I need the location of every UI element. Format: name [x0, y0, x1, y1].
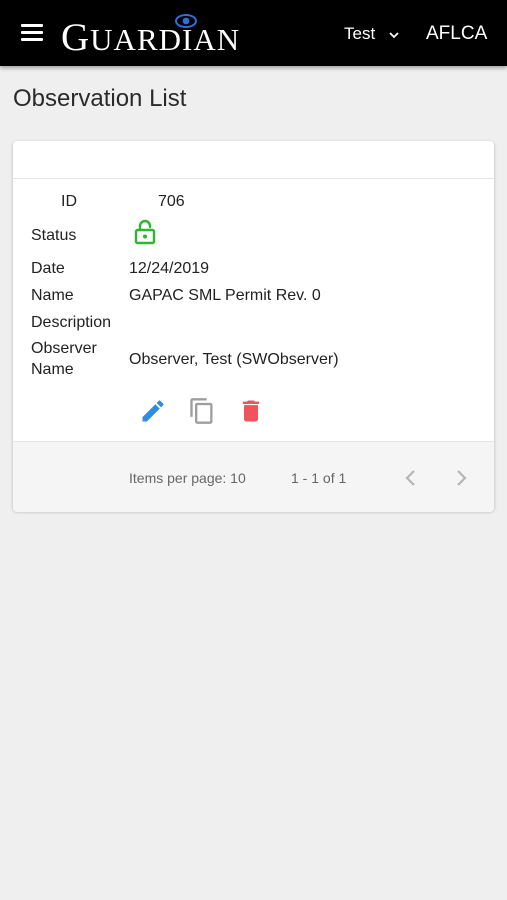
- chevron-down-icon: [389, 31, 399, 38]
- card-header: [13, 141, 494, 179]
- items-per-page[interactable]: Items per page: 10: [129, 470, 246, 486]
- page-range: 1 - 1 of 1: [291, 470, 347, 486]
- observer-value: Observer, Test (SWObserver): [129, 351, 339, 368]
- user-dropdown[interactable]: Test: [344, 22, 400, 46]
- copy-icon[interactable]: [188, 397, 216, 425]
- date-value: 12/24/2019: [129, 260, 210, 277]
- description-label: Description: [31, 314, 112, 331]
- eye-logo-icon: [175, 14, 197, 28]
- observer-label-line2: Name: [31, 361, 74, 378]
- page-title: Observation List: [13, 85, 187, 112]
- paginator: Items per page: 10 1 - 1 of 1: [13, 441, 494, 512]
- trash-icon[interactable]: [237, 397, 265, 425]
- hamburger-menu-icon[interactable]: [19, 22, 45, 44]
- chevron-left-icon[interactable]: [399, 466, 423, 490]
- org-label: AFLCA: [426, 23, 488, 44]
- lock-open-icon: [134, 219, 156, 245]
- status-label: Status: [31, 227, 77, 244]
- id-label: ID: [61, 193, 77, 210]
- guardian-logo: GUARDIAN: [61, 16, 241, 59]
- name-value: GAPAC SML Permit Rev. 0: [129, 287, 321, 304]
- user-name: Test: [344, 24, 376, 43]
- chevron-right-icon[interactable]: [449, 466, 473, 490]
- name-label: Name: [31, 287, 74, 304]
- observer-label-line1: Observer: [31, 340, 97, 357]
- app-header: GUARDIAN Test AFLCA: [0, 0, 507, 66]
- id-value: 706: [158, 193, 185, 210]
- pencil-icon[interactable]: [139, 397, 167, 425]
- date-label: Date: [31, 260, 65, 277]
- observation-card: ID 706 Status Date 12/24/2019 Name GAPAC…: [13, 141, 494, 512]
